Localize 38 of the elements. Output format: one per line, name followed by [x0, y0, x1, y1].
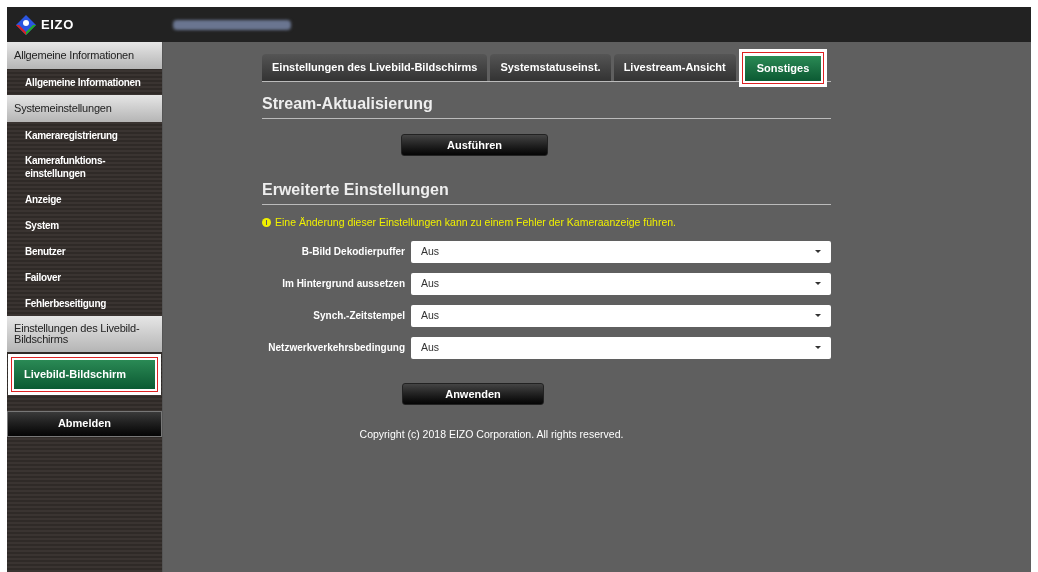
- sidebar-group-header: Systemeinstellungen: [7, 95, 162, 122]
- sidebar-item[interactable]: Allgemeine Informationen: [7, 69, 162, 95]
- logo-text: EIZO: [41, 15, 74, 34]
- tab[interactable]: Sonstiges: [744, 55, 822, 81]
- tab[interactable]: Einstellungen des Livebild-Bildschirms: [262, 53, 488, 81]
- field-label: Synch.-Zeitstempel: [312, 309, 405, 324]
- field-label: Netzwerkverkehrsbedingung: [267, 341, 405, 356]
- sidebar-item[interactable]: Failover: [7, 264, 162, 290]
- warning-text: Eine Änderung dieser Einstellungen kann zu einem Fehler der Kameraanzeige führen.: [275, 215, 676, 230]
- caret-icon: [815, 282, 821, 286]
- sidebar-item[interactable]: Benutzer: [7, 238, 162, 264]
- sidebar-item[interactable]: Kameraregistrierung: [7, 122, 162, 148]
- caret-icon: [815, 314, 821, 318]
- run-button[interactable]: Ausführen: [401, 134, 548, 156]
- sidebar-group-header: Allgemeine Informationen: [7, 42, 162, 69]
- caret-icon: [815, 346, 821, 350]
- logo-icon: [15, 13, 37, 36]
- warning-icon: [262, 218, 271, 228]
- tab[interactable]: Systemstatuseinst.: [490, 53, 611, 81]
- dropdown[interactable]: Aus: [411, 336, 831, 359]
- caret-icon: [815, 250, 821, 254]
- sidebar-group-header: Einstellungen des Livebild-Bildschirms: [7, 316, 162, 352]
- sidebar-item[interactable]: Anzeige: [7, 186, 162, 212]
- sidebar-item[interactable]: Livebild-Bildschirm: [14, 360, 155, 389]
- copyright-text: Copyright (c) 2018 EIZO Corporation. All rights reserved.: [359, 427, 624, 442]
- sidebar-item[interactable]: Kamerafunktions- einstellungen: [7, 148, 162, 186]
- sidebar-item[interactable]: System: [7, 212, 162, 238]
- logout-button[interactable]: Abmelden: [7, 410, 162, 437]
- dropdown[interactable]: Aus: [411, 240, 831, 263]
- apply-button[interactable]: Anwenden: [402, 383, 544, 405]
- field-label: Im Hintergrund aussetzen: [281, 277, 405, 292]
- section-title: Erweiterte Einstellungen: [262, 178, 831, 205]
- field-label: B-Bild Dekodierpuffer: [300, 245, 405, 260]
- dropdown[interactable]: Aus: [411, 272, 831, 295]
- dropdown[interactable]: Aus: [411, 304, 831, 327]
- sidebar-item[interactable]: Fehlerbeseitigung: [7, 290, 162, 316]
- tab[interactable]: Livestream-Ansicht: [613, 53, 736, 81]
- section-title: Stream-Aktualisierung: [262, 91, 831, 119]
